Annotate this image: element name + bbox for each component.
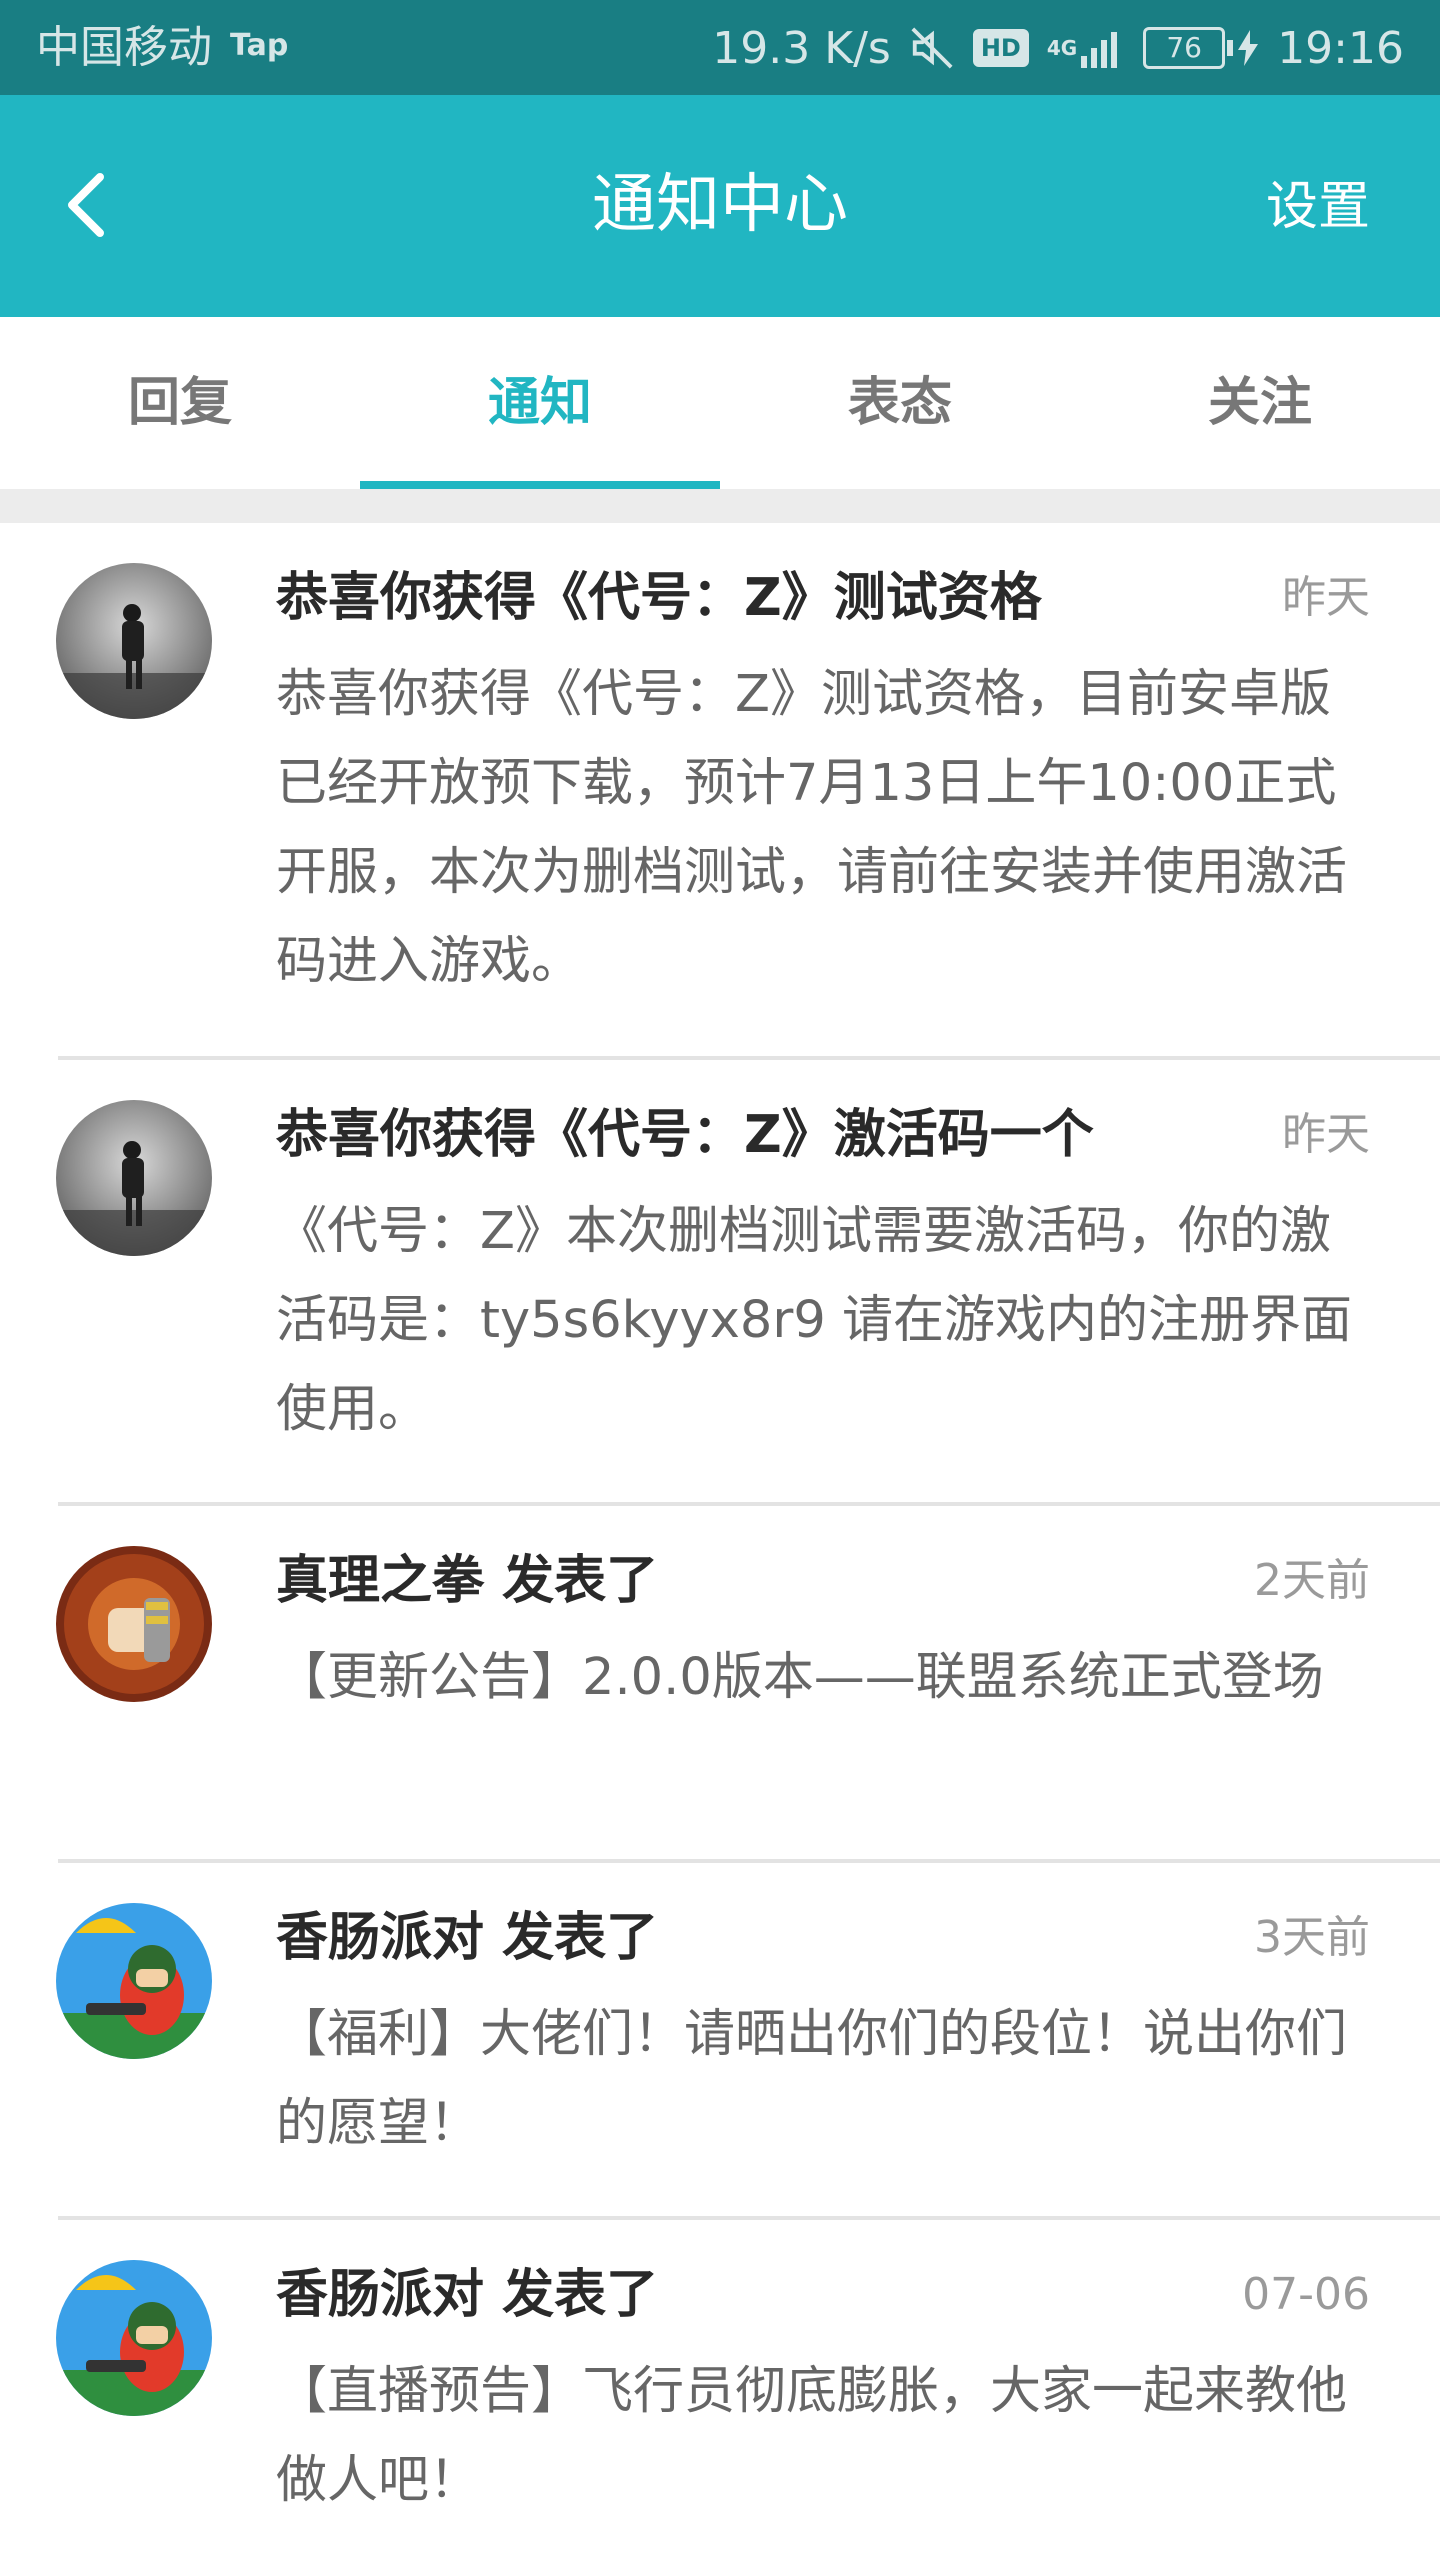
- walking-soldier-avatar[interactable]: [56, 1100, 212, 1256]
- notification-title: 香肠派对 发表了: [276, 2265, 659, 2325]
- notification-title: 真理之拳 发表了: [276, 1551, 659, 1611]
- notification-list: 恭喜你获得《代号：Z》测试资格 昨天 恭喜你获得《代号：Z》测试资格，目前安卓版…: [0, 523, 1440, 2560]
- tab-notifications[interactable]: 通知: [360, 317, 720, 489]
- list-item[interactable]: 真理之拳 发表了 2天前 【更新公告】2.0.0版本——联盟系统正式登场: [0, 1506, 1440, 1863]
- sausage-party-avatar[interactable]: [56, 2260, 212, 2416]
- status-right-group: 19.3 K/s HD 4G 76 19:16: [712, 18, 1404, 78]
- notification-body: 恭喜你获得《代号：Z》测试资格，目前安卓版已经开放预下载，预计7月13日上午10…: [276, 665, 1348, 991]
- notification-body: 【福利】大佬们！请晒出你们的段位！说出你们的愿望！: [276, 2005, 1348, 2153]
- notification-body: 【更新公告】2.0.0版本——联盟系统正式登场: [276, 1648, 1324, 1707]
- notification-title: 香肠派对 发表了: [276, 1908, 659, 1968]
- notification-time: 07-06: [1242, 2269, 1370, 2320]
- notification-body: 【直播预告】飞行员彻底膨胀，大家一起来教他做人吧！: [276, 2362, 1348, 2510]
- list-item[interactable]: 香肠派对 发表了 07-06 【直播预告】飞行员彻底膨胀，大家一起来教他做人吧！: [0, 2220, 1440, 2560]
- notification-title: 恭喜你获得《代号：Z》测试资格: [276, 568, 1042, 628]
- notification-time: 昨天: [1282, 1109, 1370, 1160]
- tap-notification-icon: Tap: [230, 28, 289, 63]
- tab-follows[interactable]: 关注: [1080, 317, 1440, 489]
- charging-bolt-icon: [1238, 30, 1259, 66]
- active-tab-indicator: [360, 481, 720, 489]
- signal-icon: 4G: [1047, 28, 1125, 68]
- tab-label: 回复: [127, 373, 232, 433]
- notification-time: 3天前: [1254, 1912, 1370, 1963]
- sausage-party-avatar[interactable]: [56, 1903, 212, 2059]
- hd-icon: HD: [972, 29, 1029, 67]
- tab-label: 关注: [1207, 373, 1312, 433]
- tab-label: 通知: [487, 373, 592, 433]
- settings-button[interactable]: 设置: [1266, 175, 1370, 239]
- page-title: 通知中心: [592, 168, 848, 242]
- app-header: 通知中心 设置: [0, 95, 1440, 317]
- notification-time: 昨天: [1282, 572, 1370, 623]
- list-item[interactable]: 香肠派对 发表了 3天前 【福利】大佬们！请晒出你们的段位！说出你们的愿望！: [0, 1863, 1440, 2220]
- battery-level: 76: [1143, 27, 1226, 69]
- tab-replies[interactable]: 回复: [0, 317, 360, 489]
- notification-title: 恭喜你获得《代号：Z》激活码一个: [276, 1105, 1094, 1165]
- battery-icon: 76: [1143, 27, 1259, 69]
- fist-avatar[interactable]: [56, 1546, 212, 1702]
- status-bar: 中国移动 Tap 19.3 K/s HD 4G 76 19:16: [0, 0, 1440, 95]
- network-type-label: 4G: [1046, 36, 1078, 60]
- list-item[interactable]: 恭喜你获得《代号：Z》激活码一个 昨天 《代号：Z》本次删档测试需要激活码，你的…: [0, 1060, 1440, 1506]
- section-divider: [0, 489, 1440, 523]
- carrier-label: 中国移动: [36, 22, 212, 73]
- tab-label: 表态: [847, 373, 952, 433]
- tab-reactions[interactable]: 表态: [720, 317, 1080, 489]
- notification-body: 《代号：Z》本次删档测试需要激活码，你的激活码是：ty5s6kyyx8r9 请在…: [276, 1202, 1352, 1439]
- network-speed: 19.3 K/s: [712, 22, 891, 74]
- list-item[interactable]: 恭喜你获得《代号：Z》测试资格 昨天 恭喜你获得《代号：Z》测试资格，目前安卓版…: [0, 523, 1440, 1060]
- notification-time: 2天前: [1254, 1555, 1370, 1606]
- walking-soldier-avatar[interactable]: [56, 563, 212, 719]
- mute-icon: [909, 25, 955, 71]
- clock: 19:16: [1277, 22, 1404, 74]
- tab-bar: 回复 通知 表态 关注: [0, 317, 1440, 489]
